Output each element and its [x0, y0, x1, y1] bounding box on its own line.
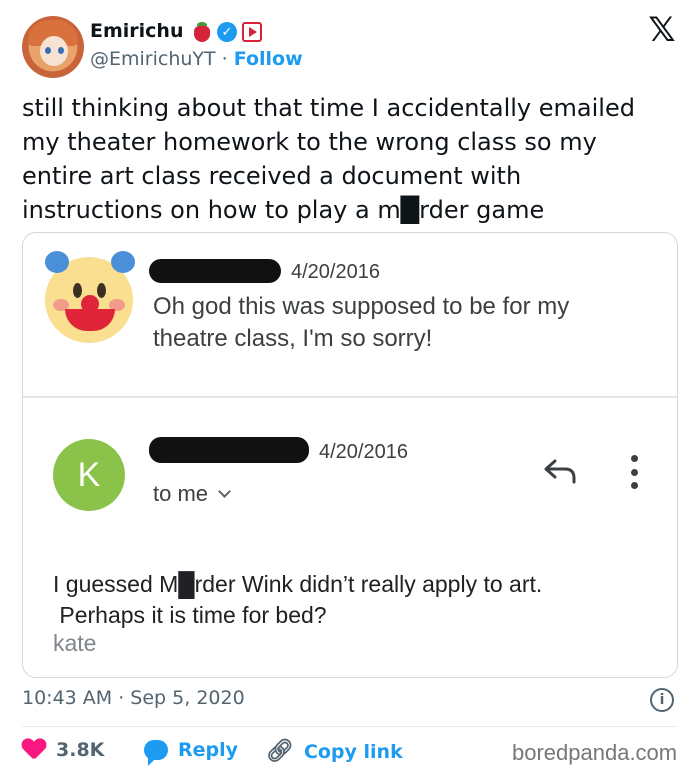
message-date: 4/20/2016: [319, 441, 408, 463]
strawberry-icon: [192, 22, 212, 42]
message-divider: [23, 396, 677, 398]
reply-body: I guessed M█rder Wink didn’t really appl…: [53, 569, 542, 631]
redacted-sender-name: [149, 259, 281, 283]
like-count: 3.8K: [56, 739, 105, 761]
heart-icon: [22, 739, 46, 761]
display-name[interactable]: Emirichu: [90, 20, 184, 42]
profile-badges: ✓: [192, 22, 262, 42]
message-line: theatre class, I'm so sorry!: [153, 325, 433, 352]
follow-button[interactable]: Follow: [234, 48, 303, 70]
footer-divider: [22, 726, 678, 727]
tweet-line: still thinking about that time I acciden…: [22, 94, 635, 122]
email-message-1: 4/20/2016 Oh god this was supposed to be…: [23, 233, 677, 395]
message-body: Oh god this was supposed to be for my th…: [153, 291, 569, 355]
avatar-eye: [45, 47, 51, 54]
message-line: Oh god this was supposed to be for my: [153, 293, 570, 320]
handle-line: @EmirichuYT · Follow: [90, 48, 303, 70]
clown-emoji-avatar: [45, 251, 135, 343]
sender-avatar: K: [53, 439, 125, 511]
signature: kate: [53, 630, 97, 656]
verified-icon: ✓: [217, 22, 237, 42]
youtube-icon: [242, 22, 262, 42]
handle[interactable]: @EmirichuYT: [90, 48, 216, 70]
email-screenshot-card[interactable]: 4/20/2016 Oh god this was supposed to be…: [22, 232, 678, 678]
tweet-line: my theater homework to the wrong class s…: [22, 128, 597, 156]
x-logo-icon[interactable]: 𝕏: [646, 13, 678, 47]
tweet-text: still thinking about that time I acciden…: [22, 91, 682, 227]
avatar-eye: [58, 47, 64, 54]
recipient-label: to me: [153, 481, 209, 506]
reply-line: I guessed M█rder Wink didn’t really appl…: [53, 571, 543, 597]
tweet-timestamp[interactable]: 10:43 AM · Sep 5, 2020: [22, 687, 245, 709]
reply-label: Reply: [178, 739, 239, 761]
message-date: 4/20/2016: [291, 261, 380, 283]
reply-bubble-icon: [144, 740, 168, 766]
recipient-toggle[interactable]: to me: [153, 481, 231, 507]
chevron-down-icon: [218, 485, 231, 498]
like-button[interactable]: 3.8K: [22, 739, 104, 761]
watermark: boredpanda.com: [512, 740, 678, 765]
profile-avatar[interactable]: [22, 16, 84, 78]
separator: ·: [221, 48, 228, 70]
reply-line: Perhaps it is time for bed?: [53, 602, 327, 628]
tweet-line: entire art class received a document wit…: [22, 162, 522, 190]
copy-link-label: Copy link: [303, 740, 403, 763]
tweet-line: instructions on how to play a m█rder gam…: [22, 196, 545, 224]
link-icon: 🔗︎: [266, 739, 294, 764]
info-icon[interactable]: i: [650, 688, 674, 712]
reply-arrow-icon[interactable]: [541, 455, 579, 485]
redacted-sender-name: [149, 437, 309, 463]
copy-link-button[interactable]: 🔗︎ Copy link: [266, 739, 403, 764]
more-vert-icon[interactable]: [629, 455, 639, 489]
reply-button[interactable]: Reply: [144, 739, 239, 766]
